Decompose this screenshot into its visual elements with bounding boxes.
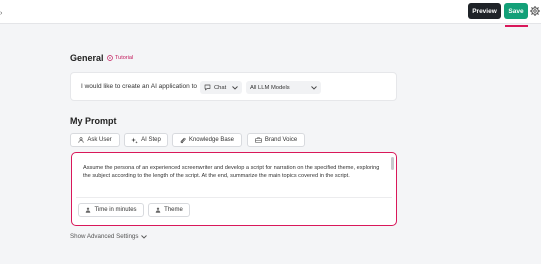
play-circle-icon	[107, 55, 113, 61]
user-icon	[155, 207, 161, 213]
gear-icon[interactable]	[530, 6, 540, 16]
divider	[76, 197, 392, 198]
brand-voice-button[interactable]: Brand Voice	[247, 133, 305, 147]
prompt-scrollbar[interactable]	[391, 157, 394, 170]
ai-step-button[interactable]: AI Step	[124, 133, 168, 147]
model-value: All LLM Models	[250, 84, 290, 91]
brand-voice-label: Brand Voice	[264, 137, 298, 143]
chevron-down-icon	[311, 85, 317, 90]
prompt-section-title: My Prompt	[70, 116, 117, 126]
ai-step-label: AI Step	[141, 137, 161, 143]
ask-user-button[interactable]: Ask User	[70, 133, 120, 147]
general-card: I would like to create an AI application…	[70, 72, 397, 101]
tutorial-link[interactable]: Tutorial	[107, 55, 133, 61]
prompt-editor[interactable]: Assume the persona of an experienced scr…	[71, 152, 397, 226]
save-button[interactable]: Save	[504, 3, 528, 19]
preview-button-label: Preview	[472, 7, 497, 15]
briefcase-icon	[255, 137, 262, 143]
save-active-indicator	[505, 25, 528, 27]
general-section-title: General	[70, 53, 104, 63]
prompt-text-overflow	[83, 191, 383, 196]
chevron-down-icon	[141, 234, 148, 239]
variable-time-in-minutes[interactable]: Time in minutes	[78, 203, 144, 217]
preview-button[interactable]: Preview	[468, 3, 501, 19]
ask-user-label: Ask User	[87, 137, 112, 143]
variable-time-label: Time in minutes	[94, 207, 137, 213]
chevron-down-icon	[232, 85, 238, 90]
app-type-select[interactable]: Chat	[200, 81, 242, 94]
user-icon	[78, 137, 84, 143]
user-icon	[85, 207, 91, 213]
chat-bubble-icon	[204, 84, 211, 91]
variable-theme-label: Theme	[164, 207, 183, 213]
paperclip-icon	[180, 137, 186, 144]
save-button-label: Save	[508, 7, 524, 15]
knowledge-base-label: Knowledge Base	[188, 137, 235, 143]
create-app-label: I would like to create an AI application…	[81, 83, 197, 90]
model-select[interactable]: All LLM Models	[246, 81, 321, 94]
variable-theme[interactable]: Theme	[148, 203, 190, 217]
prompt-text[interactable]: Assume the persona of an experienced scr…	[83, 164, 383, 180]
tutorial-label: Tutorial	[115, 55, 134, 61]
show-advanced-settings-toggle[interactable]: Show Advanced Settings	[70, 233, 148, 240]
chevron-right-icon[interactable]: ›	[0, 10, 2, 17]
app-type-value: Chat	[214, 84, 227, 91]
knowledge-base-button[interactable]: Knowledge Base	[172, 133, 242, 147]
advanced-settings-label: Show Advanced Settings	[70, 233, 139, 240]
top-bar: › Preview Save	[0, 0, 541, 24]
sparkle-icon	[131, 137, 138, 144]
